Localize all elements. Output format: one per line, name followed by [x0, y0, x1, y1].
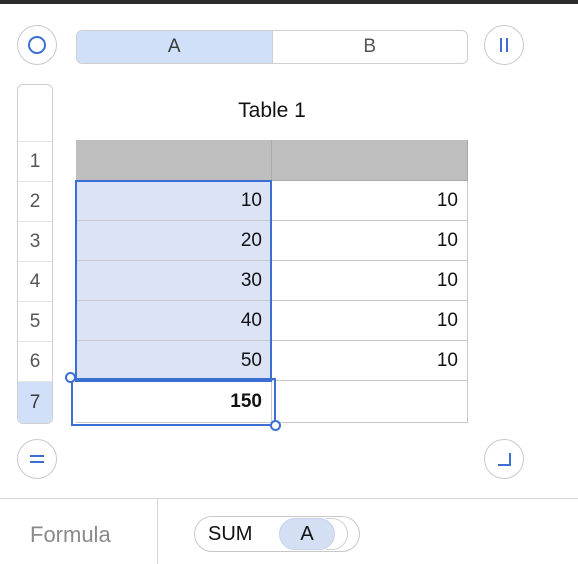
corner-resize-icon [498, 453, 511, 466]
cell-b6[interactable]: 10 [272, 341, 468, 381]
cell-b5[interactable]: 10 [272, 301, 468, 341]
window-top-edge [0, 0, 578, 4]
cell-a4[interactable]: 30 [76, 261, 272, 301]
cell-a7-total[interactable]: 150 [76, 381, 272, 423]
column-header-bar: A B [76, 30, 468, 64]
cell-a1[interactable] [76, 140, 272, 181]
cell-a6[interactable]: 50 [76, 341, 272, 381]
cell-b1[interactable] [272, 140, 468, 181]
row-header-1[interactable]: 1 [18, 141, 52, 181]
select-table-button[interactable] [17, 25, 57, 65]
row-controls-button[interactable] [17, 439, 57, 479]
column-header-a[interactable]: A [77, 31, 272, 63]
formula-bar-divider [157, 499, 158, 564]
formula-argument-token[interactable]: A [279, 518, 335, 550]
row-header-title-spacer [18, 85, 52, 141]
table-grid: 10 10 20 10 30 10 40 10 50 10 150 [76, 140, 468, 423]
selection-handle-bottom-right[interactable] [270, 420, 281, 431]
formula-function-name[interactable]: SUM [208, 523, 252, 546]
formula-label: Formula [30, 522, 111, 547]
table-title[interactable]: Table 1 [76, 99, 468, 123]
column-bars-icon [500, 38, 508, 52]
equals-icon [30, 455, 44, 463]
column-controls-button[interactable] [484, 25, 524, 65]
cell-b7[interactable] [272, 381, 468, 423]
cell-b2[interactable]: 10 [272, 181, 468, 221]
row-header-bar: 1 2 3 4 5 6 7 [17, 84, 53, 424]
resize-table-button[interactable] [484, 439, 524, 479]
row-header-6[interactable]: 6 [18, 341, 52, 381]
cell-a5[interactable]: 40 [76, 301, 272, 341]
cell-a3[interactable]: 20 [76, 221, 272, 261]
cell-a2[interactable]: 10 [76, 181, 272, 221]
circle-icon [28, 36, 46, 54]
row-header-7[interactable]: 7 [18, 381, 52, 423]
row-header-4[interactable]: 4 [18, 261, 52, 301]
cell-b4[interactable]: 10 [272, 261, 468, 301]
row-header-5[interactable]: 5 [18, 301, 52, 341]
column-header-b[interactable]: B [271, 31, 468, 63]
selection-handle-top-left[interactable] [65, 372, 76, 383]
row-header-2[interactable]: 2 [18, 181, 52, 221]
cell-b3[interactable]: 10 [272, 221, 468, 261]
row-header-3[interactable]: 3 [18, 221, 52, 261]
